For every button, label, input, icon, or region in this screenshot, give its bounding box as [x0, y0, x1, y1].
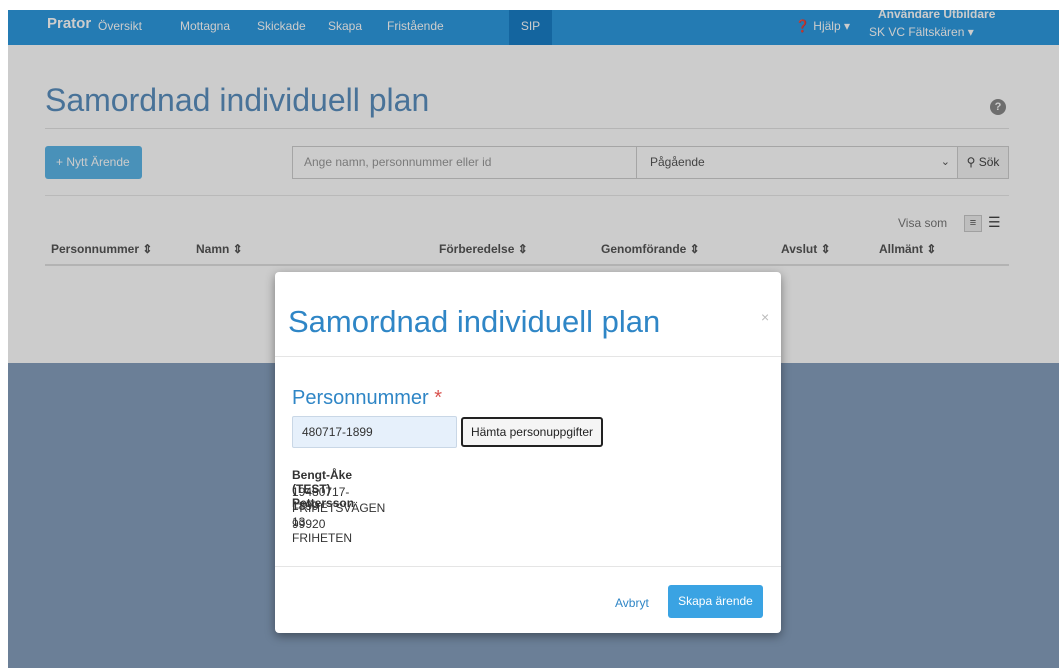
app-window: Prator Översikt Mottagna Skickade Skapa …	[8, 10, 1059, 668]
modal-footer-rule	[275, 566, 781, 567]
cancel-button[interactable]: Avbryt	[615, 596, 649, 610]
fetch-person-button[interactable]: Hämta personuppgifter	[461, 417, 603, 447]
person-postal: 99920 FRIHETEN	[292, 517, 352, 545]
personnummer-label: Personnummer *	[292, 387, 442, 410]
required-marker: *	[434, 387, 443, 409]
modal-header-rule	[275, 356, 781, 357]
close-icon[interactable]: ×	[761, 309, 769, 325]
personnummer-input[interactable]: 480717-1899	[292, 416, 457, 448]
sip-modal: Samordnad individuell plan × Personnumme…	[275, 272, 781, 633]
personnummer-label-text: Personnummer	[292, 387, 429, 409]
create-case-button[interactable]: Skapa ärende	[668, 585, 763, 618]
modal-title: Samordnad individuell plan	[288, 304, 661, 339]
